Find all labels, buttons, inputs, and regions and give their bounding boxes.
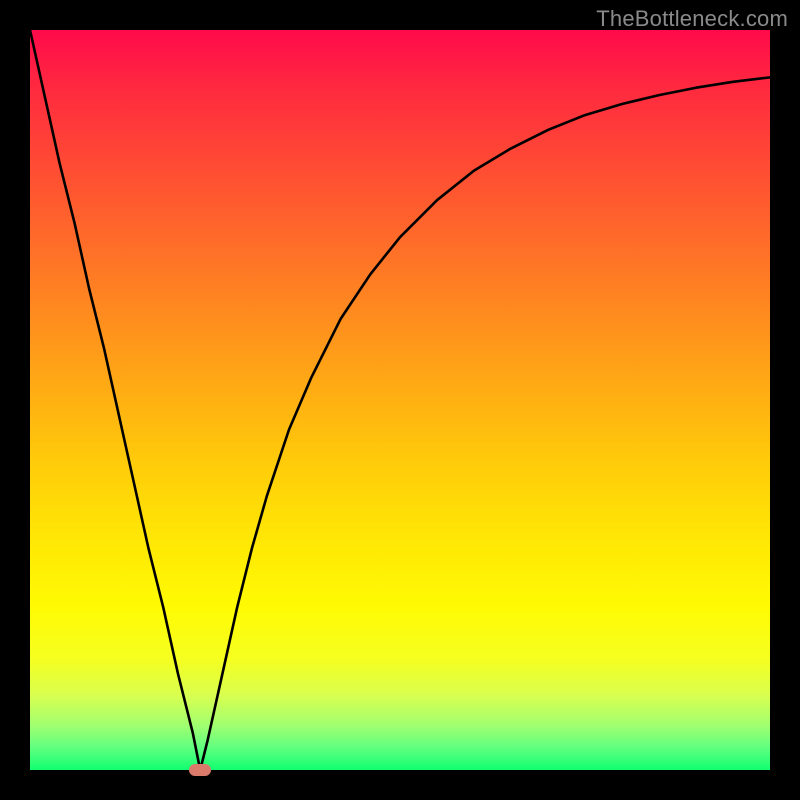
chart-container: TheBottleneck.com — [0, 0, 800, 800]
plot-area — [30, 30, 770, 770]
watermark-text: TheBottleneck.com — [596, 6, 788, 32]
bottleneck-curve — [30, 30, 770, 770]
minimum-marker — [189, 764, 211, 776]
curve-svg — [30, 30, 770, 770]
